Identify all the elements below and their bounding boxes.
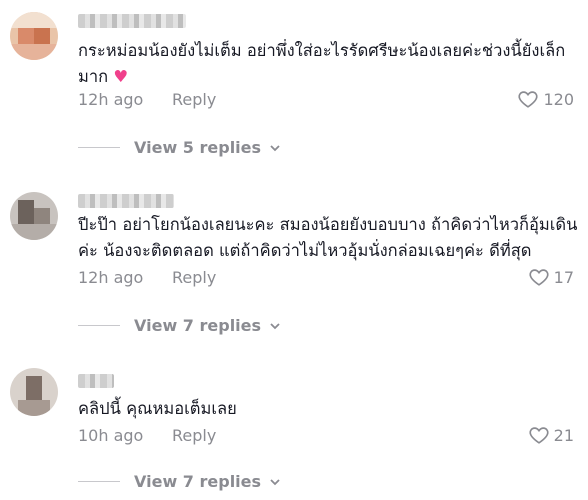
avatar[interactable] [10,12,58,60]
like-count: 21 [553,425,574,445]
username-blurred[interactable] [78,194,174,208]
like-button[interactable]: 17 [528,266,574,288]
heart-emoji: ♥ [113,67,129,86]
reply-button[interactable]: Reply [172,426,216,445]
reply-button[interactable]: Reply [172,268,216,287]
comment-item: ปีะป๊า อย่าโยกน้องเลยนะคะ สมองน้อยยังบอบ… [0,180,588,350]
chevron-down-icon [270,478,280,485]
view-replies-label: View 7 replies [134,316,262,335]
comment-timestamp: 10h ago [78,426,144,445]
chevron-down-icon [270,322,280,329]
comment-item: คลิปนี้ คุณหมอเต็มเลย 10h ago Reply 21 V… [0,358,588,500]
comment-item: กระหม่อมน้องยังไม่เต็ม อย่าพึ่งใส่อะไรรั… [0,0,588,170]
heart-outline-icon [518,91,538,108]
chevron-down-icon [270,144,280,151]
like-count: 120 [543,89,574,109]
view-replies-button[interactable]: View 7 replies [78,316,281,335]
username-blurred[interactable] [78,14,186,28]
avatar[interactable] [10,192,58,240]
reply-button[interactable]: Reply [172,90,216,109]
avatar[interactable] [10,368,58,416]
username-blurred[interactable] [78,374,114,388]
divider-line [78,481,120,482]
heart-outline-icon [529,427,549,444]
comment-text: ปีะป๊า อย่าโยกน้องเลยนะคะ สมองน้อยยังบอบ… [78,215,578,260]
comment-text: คลิปนี้ คุณหมอเต็มเลย [78,399,237,418]
like-button[interactable]: 21 [528,424,574,446]
like-button[interactable]: 120 [517,88,574,110]
like-count: 17 [553,267,574,287]
comment-text: กระหม่อมน้องยังไม่เต็ม อย่าพึ่งใส่อะไรรั… [78,41,566,86]
comment-timestamp: 12h ago [78,90,144,109]
divider-line [78,147,120,148]
divider-line [78,325,120,326]
heart-outline-icon [529,269,549,286]
comment-timestamp: 12h ago [78,268,144,287]
view-replies-button[interactable]: View 5 replies [78,138,281,157]
view-replies-label: View 5 replies [134,138,262,157]
view-replies-button[interactable]: View 7 replies [78,472,281,491]
view-replies-label: View 7 replies [134,472,262,491]
